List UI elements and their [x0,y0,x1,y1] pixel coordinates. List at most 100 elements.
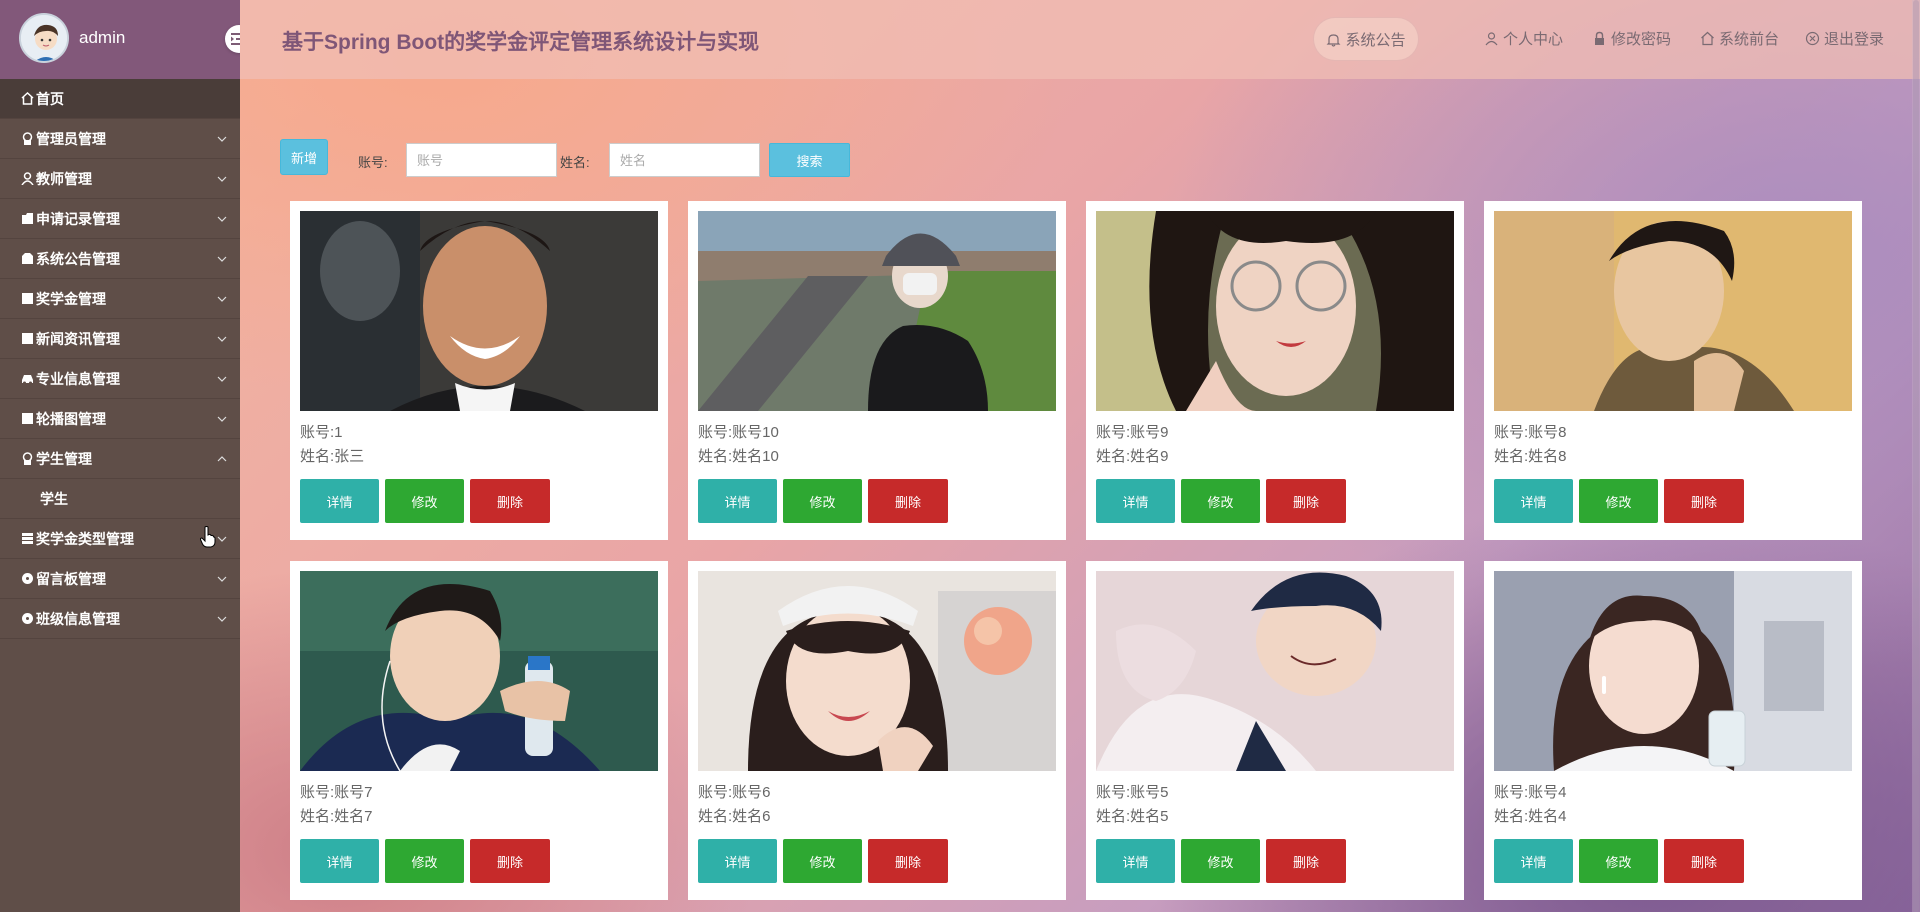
change-password-link[interactable]: 修改密码 [1592,28,1671,49]
edit-button[interactable]: 修改 [1181,839,1260,883]
detail-button[interactable]: 详情 [698,479,777,523]
system-notice-button[interactable]: 系统公告 [1313,17,1419,61]
sidebar-item-label: 申请记录管理 [36,210,120,227]
username: admin [79,28,126,47]
student-photo[interactable] [698,571,1056,771]
account-line-label: 账号: [698,784,733,801]
account-value: 账号9 [1130,424,1169,441]
sidebar-subitem-student[interactable]: 学生 [0,479,240,519]
name-value: 姓名10 [732,448,779,465]
avatar[interactable] [19,13,69,63]
sidebar-item-major[interactable]: 专业信息管理 [0,359,240,399]
logout-link[interactable]: 退出登录 [1805,28,1884,49]
close-circle-icon [1805,31,1820,46]
profile-label: 个人中心 [1503,31,1564,48]
name-line-label: 姓名: [698,448,733,465]
scrollbar-thumb[interactable] [1913,0,1919,912]
vertical-scrollbar[interactable] [1912,0,1920,912]
edit-button[interactable]: 修改 [385,479,464,523]
account-search-input[interactable] [406,143,557,177]
student-photo[interactable] [1494,571,1852,771]
user-icon [1485,32,1498,46]
student-card: 账号:账号9 姓名:姓名9 详情 修改 删除 [1086,201,1464,540]
student-photo[interactable] [300,211,658,411]
name-value: 姓名9 [1130,448,1169,465]
sidebar-item-label: 首页 [36,90,64,107]
account-line: 账号:账号9 [1096,421,1454,445]
detail-button[interactable]: 详情 [1494,839,1573,883]
delete-button[interactable]: 删除 [868,839,948,883]
frontend-link[interactable]: 系统前台 [1700,28,1779,49]
lock-icon [20,132,34,146]
sidebar-item-label: 系统公告管理 [36,250,120,267]
sidebar-item-scholarship[interactable]: 奖学金管理 [0,279,240,319]
sidebar-item-message-board[interactable]: 留言板管理 [0,559,240,599]
sidebar-item-home[interactable]: 首页 [0,79,240,119]
student-card: 账号:账号4 姓名:姓名4 详情 修改 删除 [1484,561,1862,900]
account-value: 账号5 [1130,784,1169,801]
account-value: 账号7 [334,784,373,801]
account-line: 账号:账号6 [698,781,1056,805]
student-card-grid: 账号:1 姓名:张三 详情 修改 删除 账号:账号10 姓名:姓名10 详情 修… [290,201,1864,900]
name-line: 姓名:张三 [300,445,658,469]
sidebar-item-class-info[interactable]: 班级信息管理 [0,599,240,639]
edit-button[interactable]: 修改 [1181,479,1260,523]
edit-button[interactable]: 修改 [1579,479,1658,523]
detail-button[interactable]: 详情 [300,479,379,523]
search-button[interactable]: 搜索 [769,143,850,177]
delete-button[interactable]: 删除 [868,479,948,523]
sidebar-item-label: 班级信息管理 [36,610,120,627]
detail-button[interactable]: 详情 [300,839,379,883]
sidebar-item-application-records[interactable]: 申请记录管理 [0,199,240,239]
student-photo[interactable] [1096,571,1454,771]
edit-button[interactable]: 修改 [1579,839,1658,883]
detail-button[interactable]: 详情 [1096,839,1175,883]
card-actions: 详情 修改 删除 [300,479,658,523]
bag-icon [20,252,34,266]
add-button[interactable]: 新增 [280,139,328,175]
circle-icon [20,572,34,586]
name-search-input[interactable] [609,143,760,177]
student-photo[interactable] [300,571,658,771]
name-value: 张三 [334,448,365,465]
chevron-down-icon [217,136,227,142]
home-icon [1701,31,1714,46]
sidebar-item-carousel[interactable]: 轮播图管理 [0,399,240,439]
student-card: 账号:账号8 姓名:姓名8 详情 修改 删除 [1484,201,1862,540]
delete-button[interactable]: 删除 [1266,479,1346,523]
top-header: 基于Spring Boot的奖学金评定管理系统设计与实现 系统公告 个人中心 修… [240,0,1920,79]
name-line-label: 姓名: [1494,808,1529,825]
sidebar-item-notice[interactable]: 系统公告管理 [0,239,240,279]
student-photo[interactable] [1494,211,1852,411]
detail-button[interactable]: 详情 [1096,479,1175,523]
delete-button[interactable]: 删除 [470,479,550,523]
profile-link[interactable]: 个人中心 [1484,28,1563,49]
detail-button[interactable]: 详情 [1494,479,1573,523]
sidebar-item-teacher[interactable]: 教师管理 [0,159,240,199]
account-line-label: 账号: [1494,784,1529,801]
sidebar-item-admin[interactable]: 管理员管理 [0,119,240,159]
card-actions: 详情 修改 删除 [1494,479,1852,523]
edit-button[interactable]: 修改 [783,839,862,883]
delete-button[interactable]: 删除 [1664,839,1744,883]
list-icon [20,532,34,546]
sidebar-item-label: 留言板管理 [36,570,106,587]
chevron-down-icon [217,416,227,422]
frontend-label: 系统前台 [1719,31,1780,48]
chevron-down-icon [217,296,227,302]
student-photo[interactable] [1096,211,1454,411]
square-icon [20,332,34,346]
sidebar-item-student[interactable]: 学生管理 [0,439,240,479]
delete-button[interactable]: 删除 [1266,839,1346,883]
edit-button[interactable]: 修改 [783,479,862,523]
detail-button[interactable]: 详情 [698,839,777,883]
account-value: 账号4 [1528,784,1567,801]
delete-button[interactable]: 删除 [470,839,550,883]
name-line: 姓名:姓名5 [1096,805,1454,829]
edit-button[interactable]: 修改 [385,839,464,883]
student-photo[interactable] [698,211,1056,411]
sidebar-item-news[interactable]: 新闻资讯管理 [0,319,240,359]
lock-icon [20,452,34,466]
delete-button[interactable]: 删除 [1664,479,1744,523]
name-line: 姓名:姓名10 [698,445,1056,469]
